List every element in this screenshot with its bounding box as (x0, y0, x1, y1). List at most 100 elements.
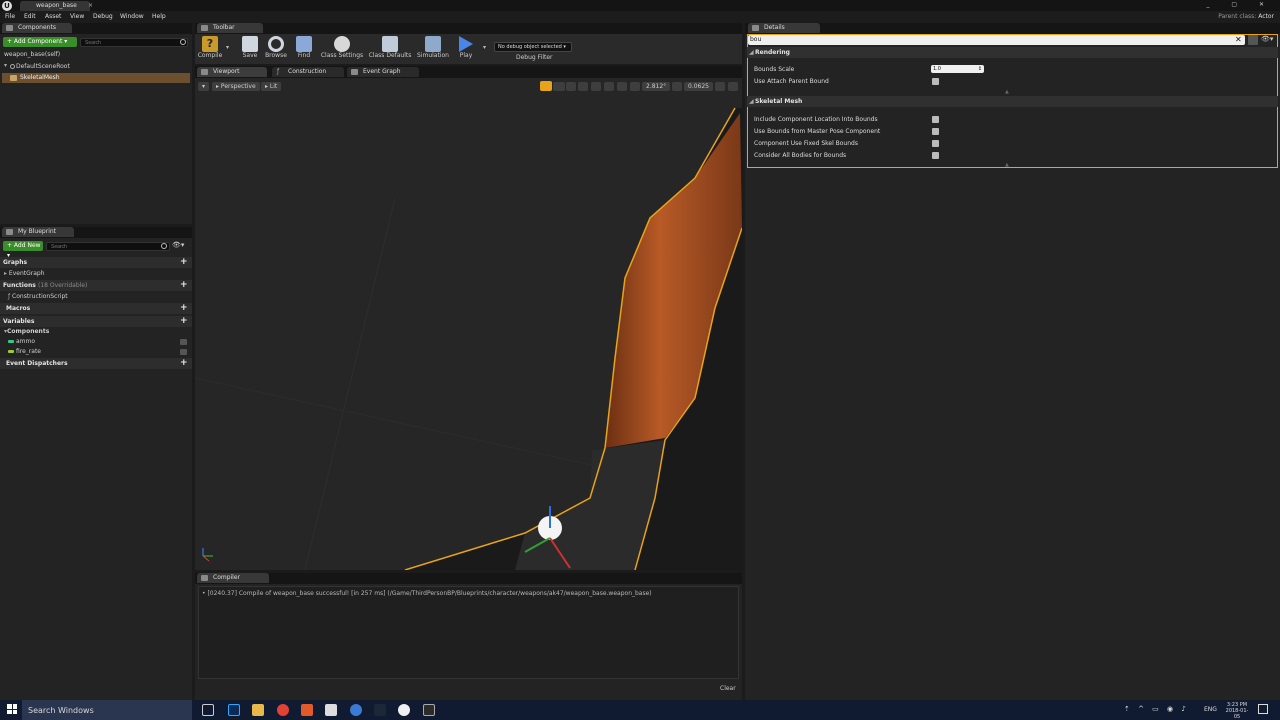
blueprint-search-input[interactable] (46, 242, 170, 251)
property-matrix-icon[interactable] (1248, 35, 1258, 45)
compile-button[interactable]: ? Compile (196, 36, 224, 59)
menu-window[interactable]: Window (120, 13, 144, 20)
variable-item-fire-rate[interactable]: fire_rate (0, 347, 192, 357)
tab-viewport[interactable]: Viewport (197, 67, 267, 77)
chrome-icon[interactable] (277, 704, 289, 716)
functions-section[interactable]: Functions (18 Overridable) + (0, 280, 192, 291)
tab-event-graph[interactable]: Event Graph (347, 67, 419, 77)
tree-item-skeletalmesh[interactable]: SkeletalMesh (2, 73, 190, 83)
viewport[interactable] (195, 78, 742, 570)
visibility-icon[interactable] (180, 339, 187, 345)
bounds-scale-input[interactable]: 1.0 ↕ (931, 65, 984, 73)
taskbar-search[interactable]: Search Windows (22, 700, 192, 720)
use-attach-parent-bound-checkbox[interactable] (932, 78, 939, 85)
clear-button[interactable]: Clear (720, 685, 736, 692)
view-options-icon[interactable]: 👁▾ (172, 241, 184, 249)
class-defaults-button[interactable]: Class Defaults (368, 36, 412, 59)
details-search-input[interactable]: bou (748, 35, 1245, 45)
expand-arrow-icon[interactable]: ▾ (4, 62, 7, 69)
include-component-location-checkbox[interactable] (932, 116, 939, 123)
window-controls[interactable]: _ ▢ ✕ (1206, 1, 1274, 8)
tab-construction-script[interactable]: ƒConstruction Script (272, 67, 344, 85)
rotate-mode-icon[interactable] (553, 82, 565, 91)
menu-debug[interactable]: Debug (93, 13, 113, 20)
perspective-button[interactable]: ▸ Perspective (212, 82, 260, 91)
collapse-arrow-icon[interactable]: ▲ (1005, 162, 1009, 168)
self-item[interactable]: weapon_base(self) (4, 50, 60, 60)
variables-section[interactable]: Variables + (0, 316, 192, 327)
add-macro-button[interactable]: + (180, 304, 188, 313)
maximize-viewport-icon[interactable] (728, 82, 738, 91)
use-bounds-master-pose-checkbox[interactable] (932, 128, 939, 135)
components-category[interactable]: ▾Components (4, 327, 49, 337)
add-event-dispatcher-button[interactable]: + (180, 359, 188, 368)
use-fixed-skel-bounds-checkbox[interactable] (932, 140, 939, 147)
menu-help[interactable]: Help (152, 13, 166, 20)
viewport-options-button[interactable]: ▾ (198, 82, 210, 91)
graphs-section[interactable]: Graphs + (0, 257, 192, 268)
unreal-taskbar-icon[interactable] (398, 704, 410, 716)
clock[interactable]: 3:23 PM 2018-01-05 (1224, 702, 1250, 720)
skeletal-mesh-section[interactable]: ◢ Skeletal Mesh (747, 96, 1278, 107)
clear-search-icon[interactable]: ✕ (1235, 35, 1242, 45)
collapse-arrow-icon[interactable]: ▲ (1005, 89, 1009, 95)
browse-button[interactable]: Browse (262, 36, 290, 59)
add-graph-button[interactable]: + (180, 258, 188, 267)
view-options-icon[interactable]: 👁▾ (1261, 35, 1273, 43)
notifications-icon[interactable] (1258, 704, 1268, 714)
store-icon[interactable] (325, 704, 337, 716)
world-space-icon[interactable] (578, 82, 588, 91)
tab-components[interactable]: Components (2, 23, 72, 33)
play-dropdown-icon[interactable]: ▾ (483, 44, 486, 51)
event-dispatchers-section[interactable]: Event Dispatchers + (0, 358, 192, 369)
class-settings-button[interactable]: Class Settings (320, 36, 364, 59)
rendering-section[interactable]: ◢ Rendering (747, 47, 1278, 58)
consider-all-bodies-checkbox[interactable] (932, 152, 939, 159)
debug-object-select[interactable]: No debug object selected ▾ (494, 42, 572, 52)
menu-asset[interactable]: Asset (45, 13, 61, 20)
angle-snap-value[interactable]: 2.812° (642, 82, 671, 91)
epic-launcher-icon[interactable] (423, 704, 435, 716)
surface-snap-icon[interactable] (591, 82, 601, 91)
grid-size-icon[interactable] (617, 82, 627, 91)
grid-snap-icon[interactable] (604, 82, 614, 91)
add-function-button[interactable]: + (180, 281, 188, 290)
add-variable-button[interactable]: + (180, 317, 188, 326)
lit-button[interactable]: ▸ Lit (261, 82, 282, 91)
components-search-input[interactable] (80, 38, 188, 47)
macros-section[interactable]: Macros + (0, 303, 192, 314)
scale-mode-icon[interactable] (566, 82, 576, 91)
app-icon[interactable] (301, 704, 313, 716)
rotation-snap-icon[interactable] (630, 82, 640, 91)
windows-start-icon[interactable] (7, 704, 17, 714)
tab-toolbar[interactable]: Toolbar (197, 23, 263, 33)
browser-icon[interactable] (350, 704, 362, 716)
system-tray-icons[interactable]: ⇡ ^ ▭ ◉ ♪ (1124, 705, 1189, 713)
close-tab-icon[interactable]: × (88, 2, 93, 9)
task-view-icon[interactable] (202, 704, 214, 716)
simulation-button[interactable]: Simulation (417, 36, 449, 59)
menu-view[interactable]: View (70, 13, 84, 20)
save-button[interactable]: Save (236, 36, 264, 59)
scale-snap-value[interactable]: 0.0625 (684, 82, 713, 91)
function-item-constructionscript[interactable]: ƒ ConstructionScript (8, 292, 68, 302)
tree-item-defaultsceneroot[interactable]: ▾ DefaultSceneRoot (0, 62, 192, 72)
document-tab[interactable]: weapon_base (20, 1, 90, 11)
add-new-button[interactable]: + Add New ▾ (3, 241, 43, 259)
play-button[interactable]: Play (452, 36, 480, 59)
find-button[interactable]: Find (290, 36, 318, 59)
menu-file[interactable]: File (5, 13, 15, 20)
steam-icon[interactable] (374, 704, 386, 716)
variable-item-ammo[interactable]: ammo (0, 337, 192, 347)
photoshop-icon[interactable] (228, 704, 240, 716)
file-explorer-icon[interactable] (252, 704, 264, 716)
tab-details[interactable]: Details (748, 23, 820, 33)
graph-item-eventgraph[interactable]: ▸ EventGraph (4, 269, 45, 279)
tab-my-blueprint[interactable]: My Blueprint (2, 227, 74, 237)
scale-snap-icon[interactable] (672, 82, 682, 91)
compile-dropdown-icon[interactable]: ▾ (226, 44, 229, 51)
language-indicator[interactable]: ENG (1204, 706, 1217, 713)
camera-speed-icon[interactable] (715, 82, 725, 91)
translate-mode-icon[interactable] (540, 81, 552, 91)
menu-edit[interactable]: Edit (24, 13, 36, 20)
